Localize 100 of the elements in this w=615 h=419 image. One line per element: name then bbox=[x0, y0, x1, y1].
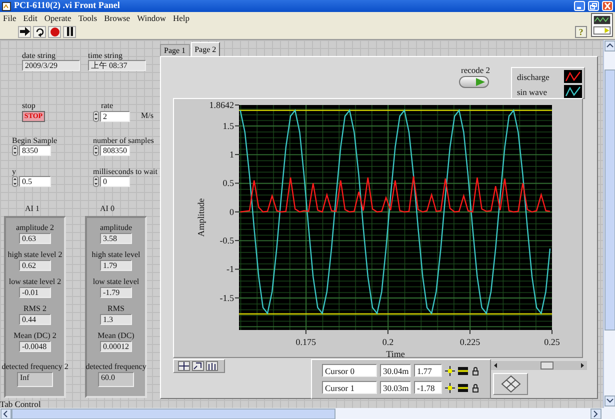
legend-swatch bbox=[564, 70, 582, 83]
restore-icon bbox=[589, 2, 598, 10]
pause-icon[interactable] bbox=[63, 26, 76, 38]
value-field: 0.44 bbox=[19, 314, 51, 325]
help-button[interactable]: ? bbox=[575, 26, 587, 38]
group-title: AI 1 bbox=[25, 204, 40, 213]
tab[interactable]: Page 1 bbox=[160, 44, 190, 56]
play-icon bbox=[476, 78, 485, 86]
menu-item[interactable]: Operate bbox=[44, 14, 72, 22]
abort-icon[interactable] bbox=[48, 26, 61, 38]
indicator-label: detected frequency bbox=[86, 362, 146, 371]
spinner-icon[interactable] bbox=[12, 176, 18, 187]
crosshair-icon[interactable] bbox=[445, 382, 455, 392]
run-arrow-icon[interactable] bbox=[18, 26, 31, 38]
indicator-label: Mean (DC) bbox=[98, 331, 134, 340]
crosshair-icon[interactable] bbox=[445, 366, 455, 376]
tab-control-label: Tab Control bbox=[0, 398, 41, 411]
indicator-label: RMS bbox=[108, 304, 124, 313]
indicator-label: time string bbox=[88, 51, 124, 60]
legend-label: sin wave bbox=[517, 86, 548, 96]
indicator-label: high state level 2 bbox=[8, 250, 62, 259]
pan-button[interactable] bbox=[493, 373, 528, 395]
numeric-field[interactable]: 8350 bbox=[19, 145, 51, 156]
graph-scrollbar[interactable] bbox=[491, 361, 587, 370]
lock-icon[interactable] bbox=[471, 382, 481, 392]
tick-label: 0.5 bbox=[222, 178, 234, 188]
value-field: 0.00012 bbox=[100, 341, 132, 352]
cursor-x-field: 30.04m bbox=[380, 364, 411, 377]
value-field: 60.0 bbox=[98, 372, 134, 387]
axis-label: Amplitude bbox=[196, 198, 206, 237]
lock-icon[interactable] bbox=[471, 366, 481, 376]
numeric-field[interactable]: 2 bbox=[100, 110, 130, 122]
value-field: -0.01 bbox=[19, 287, 51, 298]
tick-label: -0.5 bbox=[220, 236, 234, 246]
line-style-icon[interactable] bbox=[458, 382, 468, 392]
horizontal-scrollbar[interactable] bbox=[0, 408, 615, 419]
control-label: y bbox=[12, 167, 17, 176]
spinner-icon[interactable] bbox=[93, 176, 99, 187]
menu-item[interactable]: Edit bbox=[23, 14, 38, 22]
indicator-label: high state level bbox=[92, 250, 140, 259]
cursor-y-field: 1.77 bbox=[414, 364, 442, 377]
indicator-label: Mean (DC) 2 bbox=[14, 331, 56, 340]
indicator-label: amplitude 2 bbox=[16, 223, 54, 232]
spinner-icon[interactable] bbox=[93, 145, 99, 156]
tick-label: 0.25 bbox=[544, 337, 560, 347]
minimize-button[interactable] bbox=[574, 1, 585, 11]
value-field: -0.0048 bbox=[19, 341, 51, 352]
menu-item[interactable]: Help bbox=[173, 14, 190, 22]
value-field: Inf bbox=[17, 372, 53, 387]
vertical-scrollbar[interactable] bbox=[603, 40, 615, 408]
legend-label: discharge bbox=[517, 72, 550, 82]
cursor-tool-button[interactable] bbox=[178, 361, 190, 371]
cursor-name-field[interactable]: Cursor 0 bbox=[322, 364, 377, 377]
value-field: 0.62 bbox=[19, 260, 51, 271]
tab[interactable]: Page 2 bbox=[190, 42, 220, 56]
run-continuously-icon[interactable] bbox=[33, 26, 46, 38]
tick-label: 0.175 bbox=[296, 337, 316, 347]
vi-icon bbox=[591, 13, 613, 37]
tick-label: -1.5 bbox=[220, 292, 234, 303]
axis-label: Time bbox=[386, 349, 405, 359]
cursor-name-field[interactable]: Cursor 1 bbox=[322, 381, 377, 394]
indicator-label: low state level 2 bbox=[8, 277, 62, 286]
value-field: 1.79 bbox=[100, 260, 132, 271]
value-field: -1.79 bbox=[100, 287, 132, 298]
numeric-field[interactable]: 808350 bbox=[100, 145, 130, 156]
toggle-label: recode 2 bbox=[461, 64, 490, 77]
tick-label: 0 bbox=[230, 206, 234, 217]
restore-button[interactable] bbox=[588, 1, 599, 11]
numeric-field[interactable]: 0.5 bbox=[19, 176, 51, 187]
menu-item[interactable]: Browse bbox=[104, 14, 130, 22]
spinner-icon[interactable] bbox=[93, 110, 99, 122]
menu-item[interactable]: File bbox=[3, 14, 16, 22]
menu-item[interactable]: Window bbox=[137, 14, 166, 22]
indicator-label: amplitude bbox=[100, 223, 132, 232]
close-icon bbox=[603, 2, 612, 10]
unit-label: M/s bbox=[141, 110, 154, 122]
string-field: 上午 08:37 bbox=[88, 60, 146, 71]
value-field: 1.3 bbox=[100, 314, 132, 325]
close-button[interactable] bbox=[602, 1, 613, 11]
pan-tool-button[interactable] bbox=[206, 361, 218, 371]
numeric-field[interactable]: 0 bbox=[100, 176, 130, 187]
toggle-switch[interactable] bbox=[459, 76, 489, 88]
tick-label: 1 bbox=[230, 150, 234, 160]
cursor-x-field: 30.03m bbox=[380, 381, 411, 394]
indicator-label: detected frequency 2 bbox=[2, 362, 68, 371]
indicator-label: RMS 2 bbox=[24, 304, 46, 313]
spinner-icon[interactable] bbox=[12, 145, 18, 156]
tick-label: 1.8642 bbox=[209, 100, 234, 110]
menu-item[interactable]: Tools bbox=[78, 14, 98, 22]
cursor-y-field: -1.78 bbox=[414, 381, 442, 394]
legend-swatch bbox=[564, 85, 582, 98]
line-style-icon[interactable] bbox=[458, 366, 468, 376]
string-field: 2009/3/29 bbox=[22, 60, 80, 71]
window-title: PCI-6110(2) .vi Front Panel bbox=[14, 0, 121, 12]
zoom-tool-button[interactable] bbox=[192, 361, 204, 371]
value-field: 3.58 bbox=[100, 233, 132, 244]
indicator-label: date string bbox=[22, 51, 57, 60]
control-label: number of samples bbox=[93, 136, 155, 145]
control-label: stop bbox=[22, 101, 36, 110]
tick-label: 0.225 bbox=[460, 337, 480, 347]
